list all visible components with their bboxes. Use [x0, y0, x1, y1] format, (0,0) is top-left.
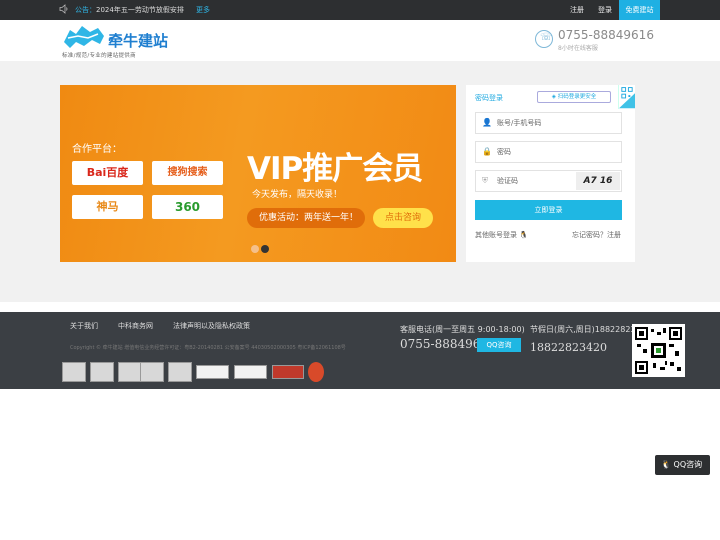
security-badge[interactable]: [272, 365, 304, 379]
footer-link-zhongke[interactable]: 中科商务网: [118, 321, 153, 331]
banner-promo: 优惠活动：两年送一年！: [247, 208, 365, 228]
banner-consult-button[interactable]: 点击咨询: [373, 208, 433, 228]
license-badge[interactable]: [140, 362, 164, 382]
logo-slogan: 标准/规范/专业的建站提供商: [62, 53, 136, 59]
user-icon: 👤: [482, 118, 492, 127]
qr-code-icon: [635, 327, 682, 374]
other-login-label: 其他账号登录: [475, 231, 517, 239]
lock-icon: 🔒: [482, 147, 492, 156]
carousel-dot-active[interactable]: [261, 245, 269, 253]
header-phone-sub: 8小时在线客服: [558, 45, 598, 52]
carousel-dot[interactable]: [251, 245, 259, 253]
floating-qq-label: QQ咨询: [673, 460, 703, 469]
qq-penguin-icon: 🐧: [661, 460, 674, 469]
login-panel: 密码登录 ◈ 扫码登录更安全 👤 🔒 ⛨ A7 16 立即登录 其他账号登录 🐧…: [466, 85, 635, 262]
account-input[interactable]: [497, 116, 597, 130]
360-logo: 360: [152, 195, 223, 219]
shield-icon: ⛨: [482, 176, 488, 185]
logo-name: 牵牛建站: [108, 32, 169, 50]
license-badge[interactable]: [118, 362, 142, 382]
footer-link-legal[interactable]: 法律声明以及隐私权政策: [173, 321, 250, 331]
login-link[interactable]: 登录: [598, 5, 612, 15]
login-title[interactable]: 密码登录: [475, 93, 503, 103]
copyright: Copyright © 牵牛建站 增值电信业务经营许可证：粤B2-2014028…: [70, 345, 346, 351]
captcha-image[interactable]: A7 16: [576, 172, 620, 190]
speaker-icon: [59, 4, 68, 14]
top-bar: 公告： 2024年五一劳动节放假安排 更多 注册 登录 免费建站: [0, 0, 720, 20]
free-build-button[interactable]: 免费建站: [619, 0, 660, 20]
sogou-logo: 搜狗搜索: [152, 161, 223, 185]
floating-qq-button[interactable]: 🐧 QQ咨询: [655, 455, 710, 475]
footer-qq-button[interactable]: QQ咨询: [477, 338, 521, 352]
security-badge[interactable]: [196, 365, 229, 379]
scan-login-tip[interactable]: ◈ 扫码登录更安全: [537, 91, 611, 103]
register-link[interactable]: 注册: [570, 5, 584, 15]
holiday-number: 18822823420: [530, 341, 607, 354]
partner-label: 合作平台：: [72, 144, 122, 155]
footer: 关于我们 中科商务网 法律声明以及隐私权政策 Copyright © 牵牛建站 …: [0, 312, 720, 389]
qr-code-icon[interactable]: [618, 85, 635, 109]
hotline-label: 客服电话(周一至周五 9:00-18:00): [400, 325, 525, 334]
baidu-logo: Bai百度: [72, 161, 143, 185]
bull-logo-icon: [64, 26, 104, 48]
forgot-password-link[interactable]: 忘记密码？注册: [572, 230, 621, 240]
security-badge[interactable]: [234, 365, 267, 379]
account-field[interactable]: 👤: [475, 112, 622, 134]
qq-penguin-icon[interactable]: 🐧: [519, 231, 528, 239]
phone-icon: ☏: [535, 30, 553, 48]
notice-label: 公告：: [75, 6, 96, 14]
header-phone: 0755-88849616: [558, 28, 654, 42]
more-link[interactable]: 更多: [196, 5, 210, 15]
password-field[interactable]: 🔒: [475, 141, 622, 163]
police-emblem-icon[interactable]: [308, 362, 324, 382]
vip-banner[interactable]: 合作平台： Bai百度 搜狗搜索 神马 360 VIP推广会员 今天发布，隔天收…: [60, 85, 456, 262]
notice-link[interactable]: 2024年五一劳动节放假安排: [96, 5, 184, 15]
logo[interactable]: 牵牛建站 标准/规范/专业的建站提供商: [62, 22, 174, 60]
password-input[interactable]: [497, 145, 597, 159]
holiday-label: 节假日(周六,周日)18822823420: [530, 325, 632, 334]
shenma-logo: 神马: [72, 195, 143, 219]
banner-subline: 今天发布，隔天收录！: [252, 190, 343, 200]
banner-headline: VIP推广会员: [247, 151, 423, 187]
scan-login-label: 扫码登录更安全: [557, 94, 597, 100]
wechat-qr-code: [632, 324, 685, 377]
footer-link-about[interactable]: 关于我们: [70, 321, 98, 331]
login-submit-button[interactable]: 立即登录: [475, 200, 622, 220]
license-badge[interactable]: [90, 362, 114, 382]
license-badge[interactable]: [168, 362, 192, 382]
license-badge[interactable]: [62, 362, 86, 382]
other-login-link[interactable]: 其他账号登录 🐧: [475, 230, 528, 240]
